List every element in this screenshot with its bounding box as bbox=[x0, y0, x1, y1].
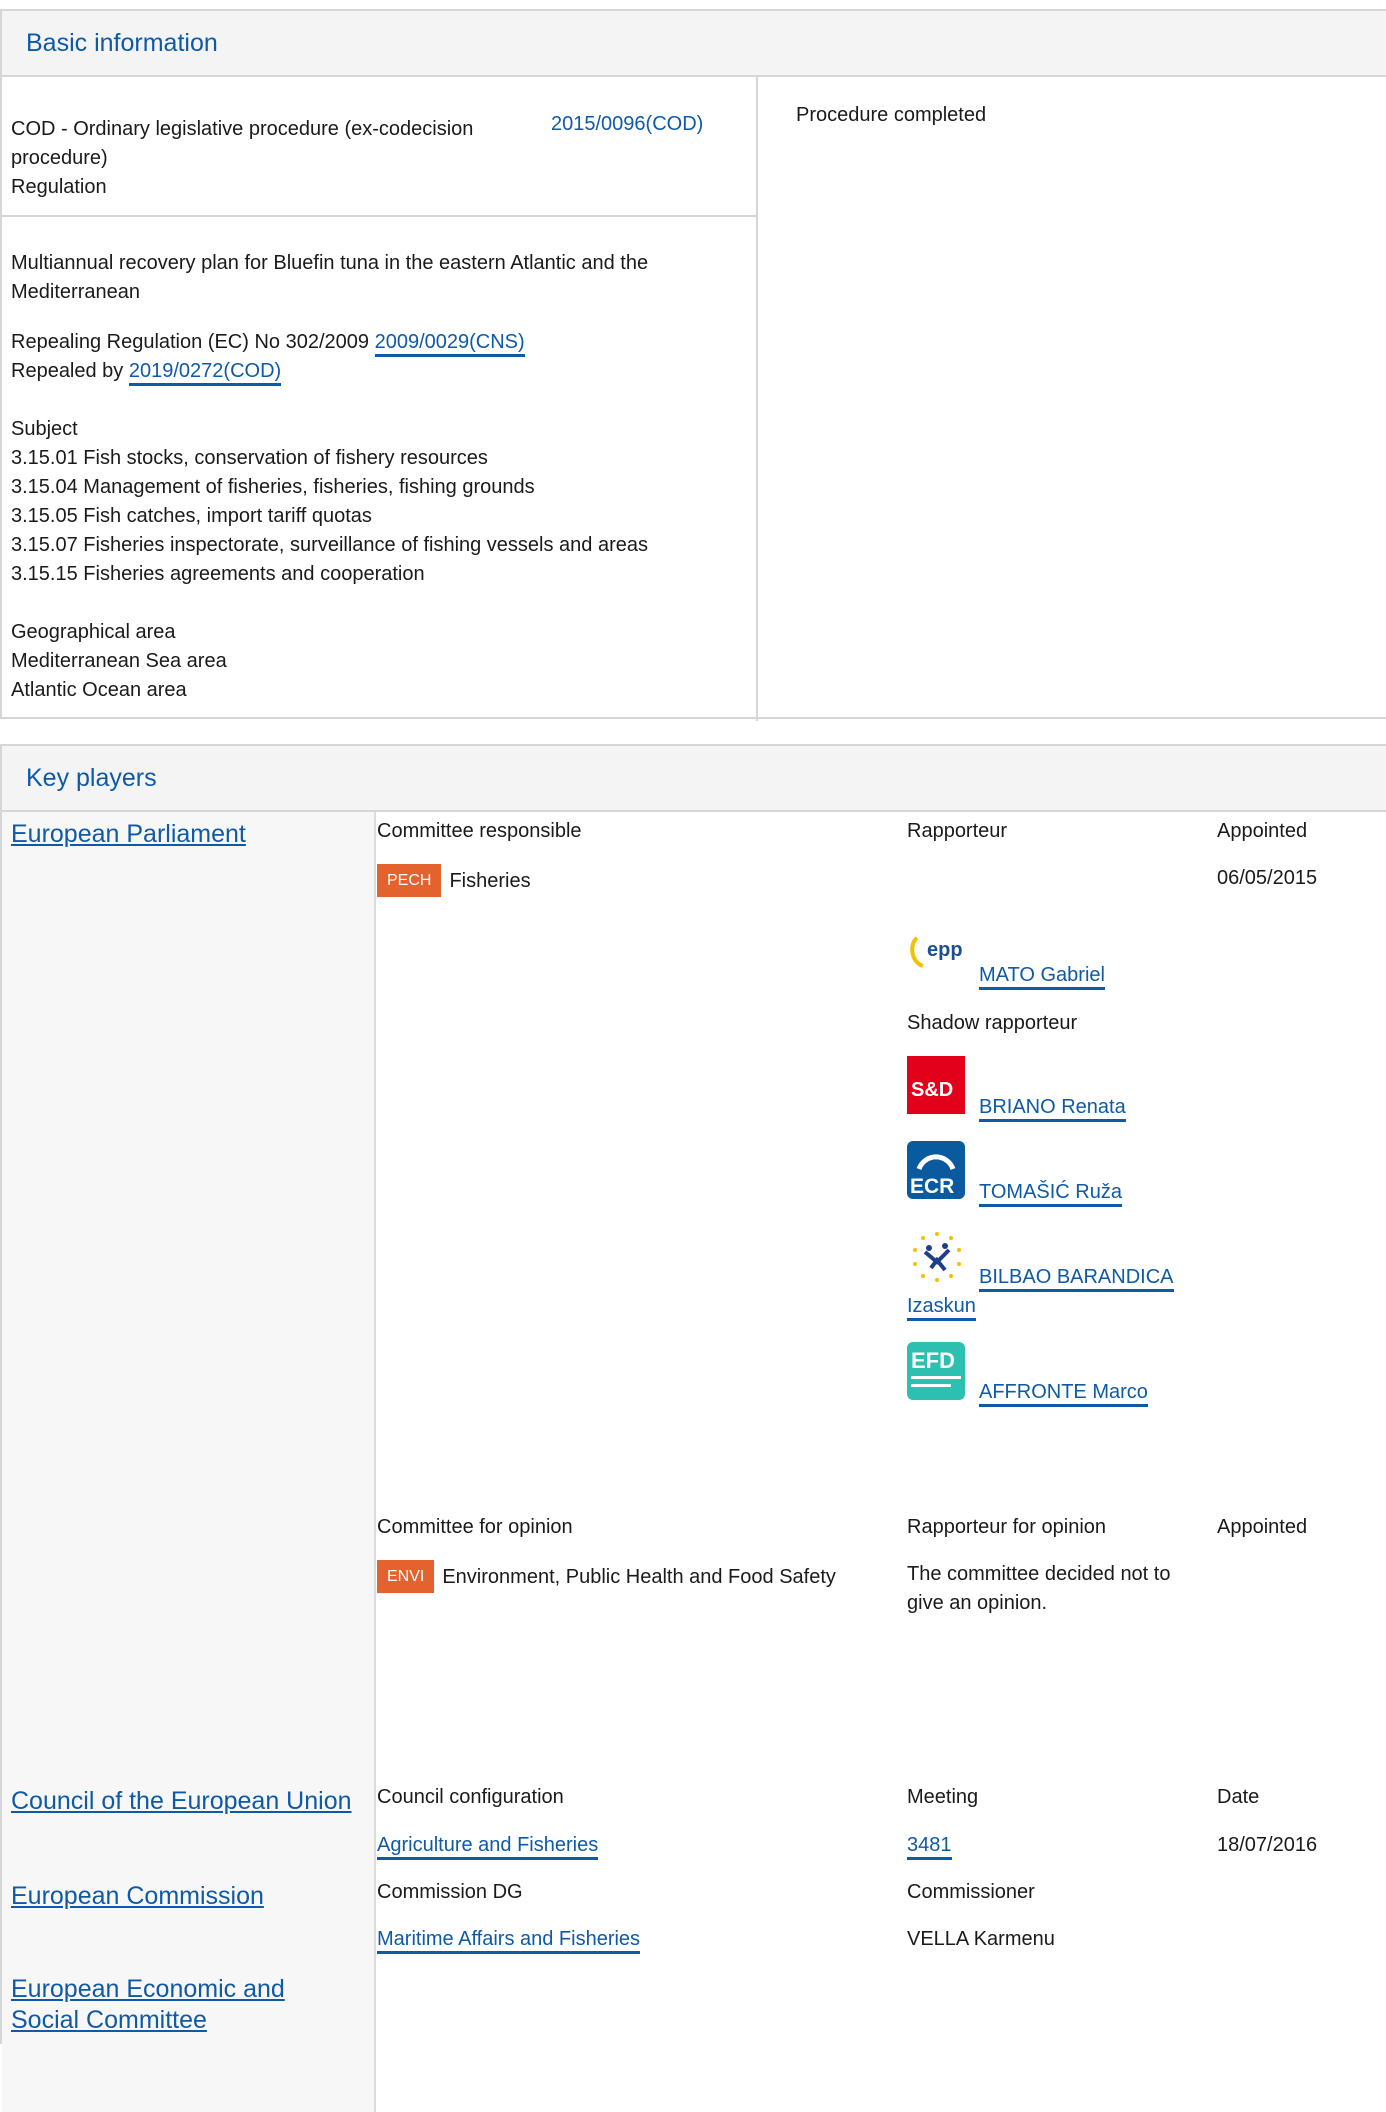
shadow-rapporteur-link[interactable]: TOMAŠIĆ Ruža bbox=[979, 1181, 1122, 1207]
efdd-icon: EFD bbox=[907, 1342, 965, 1400]
key-players-sidebar bbox=[2, 812, 376, 2112]
org-eesc-line2: Social Committee bbox=[11, 2006, 207, 2034]
col-commissioner: Commissioner bbox=[907, 1881, 1035, 1903]
epp-icon: epp bbox=[910, 936, 963, 968]
ecr-icon: ECR bbox=[907, 1141, 965, 1199]
repealed-line: Repealed by 2019/0272(COD) bbox=[11, 357, 282, 386]
opinion-note-line: give an opinion. bbox=[907, 1592, 1048, 1614]
meeting-row: 3481 bbox=[907, 1831, 952, 1860]
shadow-rapporteur-row: Izaskun bbox=[907, 1292, 976, 1321]
col-date: Date bbox=[1217, 1786, 1260, 1808]
col-committee-opinion: Committee for opinion bbox=[377, 1516, 573, 1538]
efdd-logo-text: EFD bbox=[911, 1348, 955, 1373]
committee-badge-pech: PECH bbox=[377, 864, 442, 897]
repealing-prefix: Repealing Regulation (EC) No 302/2009 bbox=[11, 331, 370, 353]
council-configuration-row: Agriculture and Fisheries bbox=[377, 1831, 599, 1860]
org-commission[interactable]: European Commission bbox=[11, 1881, 264, 1912]
committee-badge-envi: ENVI bbox=[377, 1560, 435, 1593]
geo-area-item: Mediterranean Sea area bbox=[11, 650, 227, 672]
procedure-reference-link[interactable]: 2015/0096(COD) bbox=[551, 110, 703, 139]
repealed-reference-link[interactable]: 2019/0272(COD) bbox=[128, 360, 282, 386]
s-and-d-logo-text: S&D bbox=[911, 1079, 953, 1101]
rapporteur-link[interactable]: MATO Gabriel bbox=[979, 964, 1105, 990]
geo-area-item: Atlantic Ocean area bbox=[11, 679, 187, 701]
col-opinion-appointed: Appointed bbox=[1217, 1516, 1308, 1538]
appointed-date: 06/05/2015 bbox=[1217, 867, 1318, 889]
col-committee-responsible: Committee responsible bbox=[377, 820, 582, 842]
alde-group-logo bbox=[907, 1226, 967, 1282]
procedure-status: Procedure completed bbox=[796, 104, 987, 126]
opinion-note-line: The committee decided not to bbox=[907, 1563, 1171, 1585]
org-council[interactable]: Council of the European Union bbox=[11, 1786, 352, 1817]
basic-information-panel: Basic information COD - Ordinary legisla… bbox=[0, 9, 1386, 721]
shadow-rapporteur-link[interactable]: Izaskun bbox=[907, 1295, 976, 1321]
commissioner-name: VELLA Karmenu bbox=[907, 1928, 1055, 1950]
shadow-rapporteur-row: BILBAO BARANDICA bbox=[979, 1263, 1174, 1292]
basic-information-heading: Basic information bbox=[2, 11, 1386, 77]
shadow-rapporteur-row: AFFRONTE Marco bbox=[979, 1378, 1148, 1407]
commission-dg-link[interactable]: Maritime Affairs and Fisheries bbox=[377, 1928, 641, 1954]
council-configuration-link[interactable]: Agriculture and Fisheries bbox=[377, 1834, 599, 1860]
col-rapporteur: Rapporteur bbox=[907, 820, 1008, 842]
shadow-rapporteur-link[interactable]: AFFRONTE Marco bbox=[979, 1381, 1148, 1407]
org-eesc-line1: European Economic and bbox=[11, 1975, 285, 2003]
col-rapporteur-opinion: Rapporteur for opinion bbox=[907, 1516, 1107, 1538]
subject-item: 3.15.07 Fisheries inspectorate, surveill… bbox=[11, 534, 649, 556]
org-european-parliament[interactable]: European Parliament bbox=[11, 819, 246, 850]
key-players-panel: Key players European Parliament Committe… bbox=[0, 744, 1386, 2112]
s-and-d-group-logo: S&D bbox=[907, 1056, 967, 1114]
repealing-reference-link[interactable]: 2009/0029(CNS) bbox=[374, 331, 525, 357]
procedure-title: Multiannual recovery plan for Bluefin tu… bbox=[11, 252, 649, 303]
geo-label: Geographical area bbox=[11, 621, 176, 643]
commission-dg-row: Maritime Affairs and Fisheries bbox=[377, 1925, 641, 1954]
alde-icon bbox=[913, 1232, 961, 1282]
rapporteur-row: MATO Gabriel bbox=[979, 961, 1105, 990]
col-commission-dg: Commission DG bbox=[377, 1881, 523, 1903]
procedure-details-cell: Multiannual recovery plan for Bluefin tu… bbox=[2, 217, 758, 721]
col-appointed: Appointed bbox=[1217, 820, 1308, 842]
shadow-rapporteur-row: BRIANO Renata bbox=[979, 1093, 1126, 1122]
ecr-group-logo: ECR bbox=[907, 1141, 967, 1199]
subject-item: 3.15.01 Fish stocks, conservation of fis… bbox=[11, 447, 488, 469]
meeting-link[interactable]: 3481 bbox=[907, 1834, 952, 1860]
council-date: 18/07/2016 bbox=[1217, 1834, 1318, 1856]
repealing-line: Repealing Regulation (EC) No 302/2009 20… bbox=[11, 328, 525, 357]
committee-opinion-row: ENVI Environment, Public Health and Food … bbox=[377, 1560, 836, 1593]
shadow-rapporteur-label: Shadow rapporteur bbox=[907, 1012, 1078, 1034]
efdd-group-logo: EFD bbox=[907, 1342, 967, 1400]
subject-item: 3.15.05 Fish catches, import tariff quot… bbox=[11, 505, 372, 527]
subject-item: 3.15.04 Management of fisheries, fisheri… bbox=[11, 476, 535, 498]
shadow-rapporteur-link[interactable]: BRIANO Renata bbox=[979, 1096, 1126, 1122]
shadow-rapporteur-row: TOMAŠIĆ Ruža bbox=[979, 1178, 1122, 1207]
subject-item: 3.15.15 Fisheries agreements and coopera… bbox=[11, 563, 425, 585]
procedure-type-cell: COD - Ordinary legislative procedure (ex… bbox=[2, 77, 758, 217]
s-and-d-icon: S&D bbox=[907, 1056, 965, 1114]
epp-group-logo: epp bbox=[907, 926, 967, 978]
opinion-committee-name: Environment, Public Health and Food Safe… bbox=[442, 1566, 836, 1588]
committee-responsible-row: PECH Fisheries bbox=[377, 864, 531, 897]
subject-label: Subject bbox=[11, 418, 78, 440]
committee-name: Fisheries bbox=[449, 870, 531, 892]
instrument-type: Regulation bbox=[11, 176, 107, 198]
repealed-prefix: Repealed by bbox=[11, 360, 124, 382]
ecr-logo-text: ECR bbox=[910, 1175, 954, 1198]
shadow-rapporteur-link[interactable]: BILBAO BARANDICA bbox=[979, 1266, 1174, 1292]
epp-logo-text: epp bbox=[927, 939, 963, 961]
col-meeting: Meeting bbox=[907, 1786, 979, 1808]
col-council-configuration: Council configuration bbox=[377, 1786, 564, 1808]
key-players-heading: Key players bbox=[2, 746, 1386, 812]
procedure-type: COD - Ordinary legislative procedure (ex… bbox=[11, 118, 474, 169]
org-eesc[interactable]: European Economic and Social Committee bbox=[11, 1974, 285, 2036]
